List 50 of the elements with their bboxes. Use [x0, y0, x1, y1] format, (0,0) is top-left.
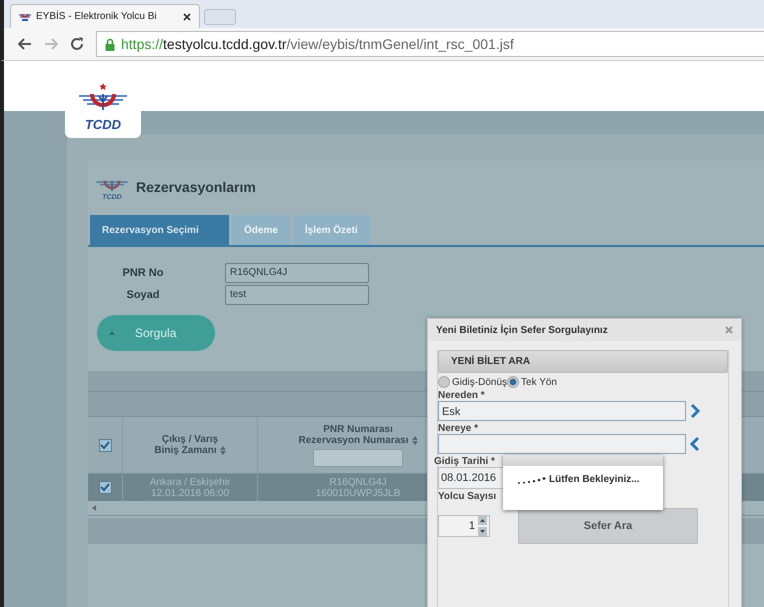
header-text: Çıkış / Varış [162, 434, 218, 445]
loading-text: Lütfen Bekleyiniz... [549, 474, 640, 485]
input-field[interactable]: Esk [438, 401, 686, 421]
field-label: Nereden * [438, 390, 485, 401]
stepper-icon[interactable] [478, 516, 487, 536]
page-title: Rezervasyonlarım [136, 179, 256, 195]
input-field[interactable]: test [225, 285, 369, 305]
reload-icon[interactable] [70, 37, 84, 51]
header-text: Rezervasyon Numarası [298, 434, 418, 446]
section-header: YENİ BİLET ARA [438, 350, 728, 373]
browser-tab[interactable]: EYBİS - Elektronik Yolcu Bi [10, 4, 200, 28]
url-text: https://testyolcu.tcdd.gov.tr/view/eybis/tnmGenel/int_rsc_001.jsf [121, 36, 514, 52]
dialog-title: Yeni Biletiniz İçin Sefer Sorgulayınız [436, 324, 608, 336]
chevron-left-icon[interactable] [690, 437, 700, 451]
spinner-icon [517, 476, 547, 484]
header-text: Biniş Zamanı [154, 445, 226, 456]
radio-button[interactable] [438, 376, 450, 388]
lock-icon [105, 38, 115, 50]
radio-option[interactable]: Tek Yön [507, 376, 557, 388]
table-cell: R16QNLG4J [329, 476, 387, 488]
field-label: Yolcu Sayısı [438, 491, 496, 502]
table-cell: 160010UWPJ5JLB [316, 488, 400, 498]
checkbox[interactable] [98, 481, 112, 494]
logo-text: TCDD [84, 117, 122, 132]
logo-icon [19, 12, 31, 22]
chevron-right-icon[interactable] [690, 404, 700, 418]
radio-option[interactable]: Gidiş-Dönüş [438, 376, 508, 388]
input-field[interactable]: R16QNLG4J [225, 263, 369, 283]
column-header[interactable]: Çıkış / Varış Biniş Zamanı [123, 417, 258, 473]
input-field[interactable] [438, 434, 686, 454]
field-label: PNR No [122, 267, 164, 279]
back-icon[interactable] [18, 38, 32, 50]
address-bar[interactable]: https://testyolcu.tcdd.gov.tr/view/eybis/tnmGenel/int_rsc_001.jsf [96, 31, 764, 57]
step-tab[interactable]: Rezervasyon Seçimi [90, 215, 229, 245]
search-button[interactable]: Sefer Ara [518, 508, 698, 544]
number-field[interactable]: 1 [438, 515, 490, 537]
radio-button[interactable] [507, 376, 520, 388]
header-text: PNR Numarası [323, 424, 393, 434]
field-label: Soyad [125, 289, 160, 301]
close-icon[interactable] [183, 12, 191, 20]
tab-title: EYBİS - Elektronik Yolcu Bi [36, 11, 158, 22]
sort-icon[interactable] [220, 446, 226, 455]
checkbox[interactable] [98, 438, 112, 452]
table-cell: Ankara / Eskişehir [150, 476, 230, 488]
filter-field[interactable] [313, 448, 403, 466]
scroll-left-icon[interactable] [92, 505, 96, 511]
table-cell: 12.01.2016 06:00 [151, 488, 229, 498]
date-field[interactable]: 08.01.2016 [438, 467, 506, 489]
sort-icon[interactable] [412, 436, 418, 444]
caret-icon [109, 331, 115, 335]
